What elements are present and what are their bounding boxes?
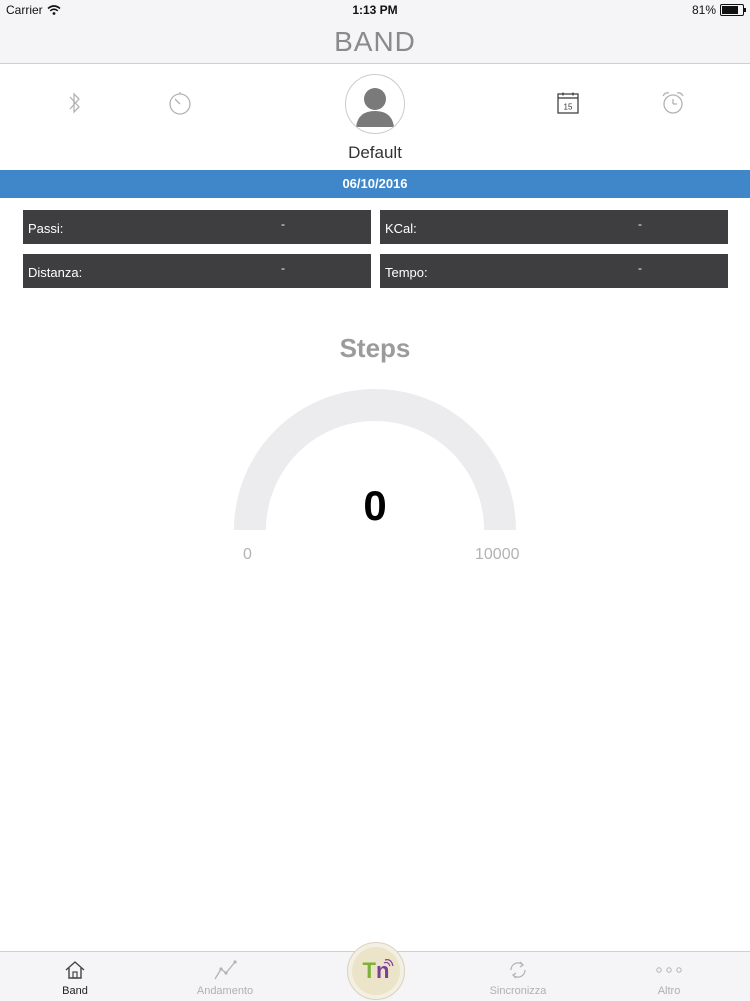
center-brand-button[interactable]: Tn bbox=[347, 942, 405, 1000]
brand-logo: Tn bbox=[352, 947, 400, 995]
page-title: BAND bbox=[334, 26, 416, 57]
tab-label: Sincronizza bbox=[489, 985, 547, 997]
home-icon bbox=[60, 958, 90, 982]
user-silhouette-icon bbox=[356, 88, 394, 127]
more-dots-icon bbox=[654, 958, 684, 982]
signal-waves-icon bbox=[383, 959, 394, 967]
battery-fill bbox=[722, 6, 738, 14]
tab-andamento[interactable]: Andamento bbox=[165, 952, 285, 1001]
date-bar[interactable]: 06/10/2016 bbox=[0, 170, 750, 198]
stat-distanza: Distanza: - bbox=[23, 254, 371, 288]
bluetooth-icon bbox=[69, 92, 80, 114]
brand-letter-t: T bbox=[362, 958, 376, 983]
calendar-button[interactable]: 15 bbox=[553, 88, 583, 118]
stat-value: - bbox=[638, 217, 642, 231]
battery-icon bbox=[720, 4, 746, 16]
gauge-min-label: 0 bbox=[243, 546, 252, 563]
stat-passi: Passi: - bbox=[23, 210, 371, 244]
battery-percent: 81% bbox=[691, 3, 716, 17]
navigation-bar: BAND bbox=[0, 20, 750, 64]
stat-label: KCal: bbox=[385, 221, 417, 236]
stat-tempo: Tempo: - bbox=[380, 254, 728, 288]
stat-value: - bbox=[281, 261, 285, 275]
gauge-value: 0 bbox=[363, 482, 387, 529]
alarm-clock-icon bbox=[662, 92, 684, 114]
stat-value: - bbox=[638, 261, 642, 275]
avatar[interactable] bbox=[345, 74, 405, 134]
battery-info: 81% bbox=[691, 3, 746, 17]
bluetooth-button[interactable] bbox=[60, 88, 90, 118]
status-bar: Carrier 1:13 PM 81% bbox=[0, 0, 750, 20]
stat-kcal: KCal: - bbox=[380, 210, 728, 244]
tab-band[interactable]: Band bbox=[15, 952, 135, 1001]
stat-value: - bbox=[281, 217, 285, 231]
tab-label: Andamento bbox=[196, 985, 254, 997]
tab-label: Band bbox=[62, 985, 88, 997]
alarm-button[interactable] bbox=[658, 88, 688, 118]
status-time: 1:13 PM bbox=[352, 3, 398, 17]
stat-label: Passi: bbox=[28, 221, 64, 236]
chart-line-icon bbox=[210, 958, 240, 982]
tab-altro[interactable]: Altro bbox=[609, 952, 729, 1001]
stat-label: Distanza: bbox=[28, 265, 83, 280]
calendar-day-label: 15 bbox=[564, 103, 573, 112]
gauge-title: Steps bbox=[339, 333, 411, 363]
timer-button[interactable] bbox=[165, 88, 195, 118]
timer-icon bbox=[169, 92, 191, 115]
tab-sincronizza[interactable]: Sincronizza bbox=[458, 952, 578, 1001]
tab-label: Altro bbox=[657, 985, 681, 997]
gauge-max-label: 10000 bbox=[475, 546, 520, 563]
profile-name: Default bbox=[348, 143, 402, 162]
stat-label: Tempo: bbox=[385, 265, 428, 280]
sync-icon bbox=[503, 958, 533, 982]
calendar-icon: 15 bbox=[557, 92, 579, 114]
